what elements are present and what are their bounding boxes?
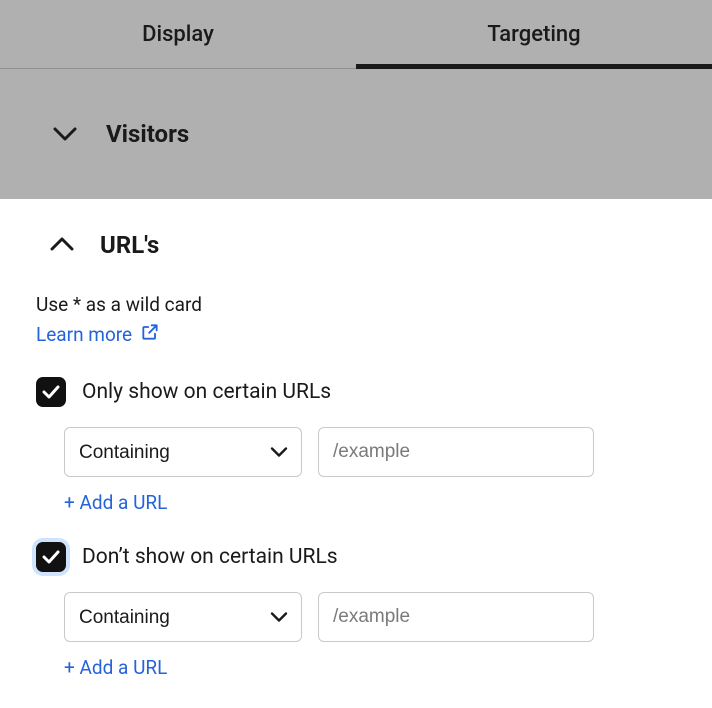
section-visitors-title: Visitors: [106, 120, 189, 148]
tab-display-label: Display: [142, 22, 214, 47]
external-link-icon: [140, 322, 160, 347]
wildcard-helper-text: Use * as a wild card: [36, 293, 676, 316]
chevron-down-icon: [50, 119, 80, 149]
only-url-input[interactable]: [318, 427, 594, 477]
only-show-rule: Only show on certain URLs Containing + A…: [36, 377, 676, 524]
section-urls-header[interactable]: URL's: [36, 231, 676, 259]
only-mode-select-wrap: Containing: [64, 427, 302, 477]
dont-show-rule: Don’t show on certain URLs Containing + …: [36, 542, 676, 689]
section-urls: URL's Use * as a wild card Learn more On…: [0, 199, 712, 689]
tab-targeting-label: Targeting: [487, 22, 580, 47]
tab-targeting[interactable]: Targeting: [356, 0, 712, 68]
tabs-container: Display Targeting: [0, 0, 712, 69]
chevron-up-icon: [50, 236, 74, 255]
only-show-label: Only show on certain URLs: [82, 380, 331, 404]
dont-url-input[interactable]: [318, 592, 594, 642]
learn-more-label: Learn more: [36, 323, 132, 346]
only-show-checkbox[interactable]: [36, 377, 66, 407]
tab-display[interactable]: Display: [0, 0, 356, 68]
section-visitors-header[interactable]: Visitors: [0, 69, 712, 199]
section-urls-title: URL's: [100, 231, 159, 259]
dont-add-url-button[interactable]: + Add a URL: [64, 656, 167, 689]
dont-mode-select[interactable]: Containing: [64, 592, 302, 642]
dont-show-label: Don’t show on certain URLs: [82, 545, 338, 569]
only-add-url-button[interactable]: + Add a URL: [64, 491, 167, 524]
learn-more-link[interactable]: Learn more: [36, 322, 160, 347]
only-mode-select[interactable]: Containing: [64, 427, 302, 477]
dont-show-checkbox[interactable]: [36, 542, 66, 572]
dont-mode-select-wrap: Containing: [64, 592, 302, 642]
